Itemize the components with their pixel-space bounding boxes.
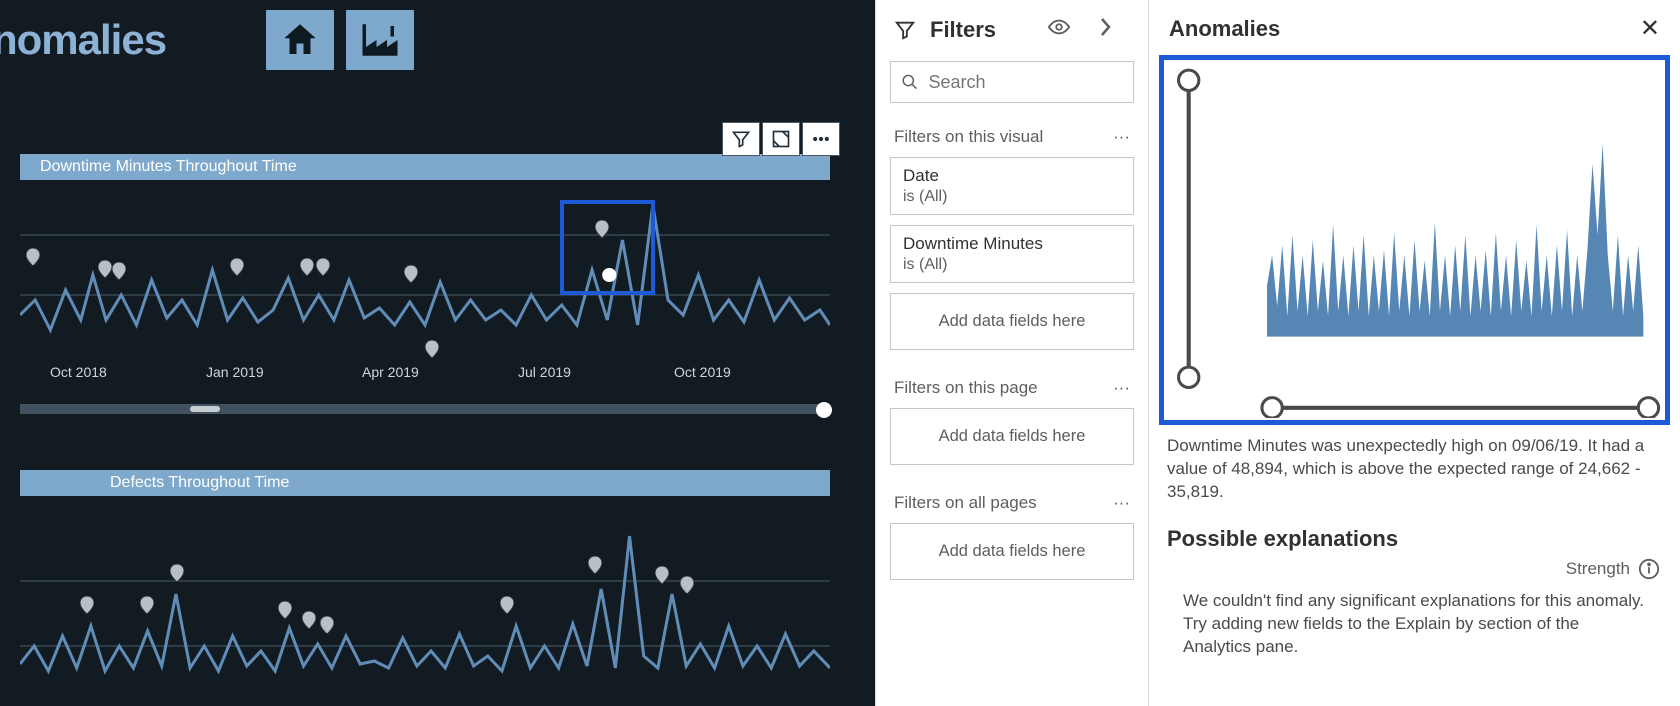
- anomaly-marker[interactable]: [655, 566, 669, 584]
- scroll-end-handle[interactable]: [816, 402, 832, 418]
- anomaly-marker[interactable]: [80, 596, 94, 614]
- anomaly-description: Downtime Minutes was unexpectedly high o…: [1149, 425, 1680, 522]
- anomaly-marker[interactable]: [278, 601, 292, 619]
- anomaly-marker[interactable]: [404, 265, 418, 283]
- collapse-pane-icon[interactable]: [1094, 16, 1130, 43]
- visual-downtime[interactable]: Downtime Minutes Throughout Time Oct 20: [20, 154, 830, 390]
- focus-mode-icon[interactable]: [762, 122, 800, 156]
- anomaly-thumbnail[interactable]: [1159, 55, 1670, 425]
- more-options-icon[interactable]: [802, 122, 840, 156]
- add-fields-visual[interactable]: Add data fields here: [890, 293, 1134, 350]
- anomalies-pane: Anomalies ✕ Downtime Minutes was unexpec…: [1148, 0, 1680, 706]
- possible-explanations-heading: Possible explanations: [1149, 522, 1680, 558]
- anomaly-marker[interactable]: [588, 556, 602, 574]
- visual-title: Downtime Minutes Throughout Time: [20, 154, 830, 180]
- visual-title: Defects Throughout Time: [20, 470, 830, 496]
- filters-pane: Filters Filters on this visual ··· Date …: [875, 0, 1148, 706]
- page-title: nomalies: [0, 16, 166, 64]
- anomalies-header: Anomalies ✕: [1149, 0, 1680, 55]
- filter-icon: [894, 19, 916, 41]
- search-input[interactable]: [929, 72, 1123, 93]
- anomaly-marker[interactable]: [316, 258, 330, 276]
- filter-name: Date: [903, 166, 1121, 186]
- canvas-header: nomalies: [0, 0, 875, 80]
- close-icon[interactable]: ✕: [1640, 14, 1660, 43]
- visual-defects[interactable]: Defects Throughout Time: [20, 470, 830, 696]
- thumbnail-chart: [1166, 62, 1663, 418]
- section-all: Filters on all pages ···: [876, 487, 1148, 523]
- info-icon[interactable]: [1638, 558, 1660, 580]
- strength-label: Strength: [1566, 559, 1630, 579]
- filters-search[interactable]: [890, 61, 1134, 103]
- visual-scroll-track[interactable]: [20, 404, 830, 414]
- anomalies-title: Anomalies: [1169, 16, 1640, 42]
- filter-value: is (All): [903, 188, 1121, 206]
- filter-value: is (All): [903, 256, 1121, 274]
- x-tick: Oct 2018: [50, 364, 206, 380]
- anomaly-marker[interactable]: [500, 596, 514, 614]
- home-button[interactable]: [266, 10, 334, 70]
- filters-pane-header: Filters: [876, 10, 1148, 61]
- search-icon: [901, 72, 919, 92]
- anomaly-marker[interactable]: [98, 260, 112, 278]
- strength-row: Strength: [1149, 558, 1680, 586]
- anomaly-marker[interactable]: [320, 616, 334, 634]
- section-label-text: Filters on this visual: [894, 127, 1113, 147]
- section-more-icon[interactable]: ···: [1113, 493, 1130, 513]
- visual-plot-defects[interactable]: [20, 496, 830, 696]
- anomaly-marker[interactable]: [680, 576, 694, 594]
- section-more-icon[interactable]: ···: [1113, 378, 1130, 398]
- line-chart: [20, 180, 830, 360]
- section-more-icon[interactable]: ···: [1113, 127, 1130, 147]
- x-tick: Oct 2019: [674, 364, 830, 380]
- explanation-empty-text: We couldn't find any significant explana…: [1149, 586, 1680, 659]
- visual-toolbar: [722, 122, 840, 156]
- anomaly-marker[interactable]: [425, 340, 439, 358]
- anomaly-selection-box: [560, 200, 655, 295]
- visual-filter-icon[interactable]: [722, 122, 760, 156]
- x-axis: Oct 2018 Jan 2019 Apr 2019 Jul 2019 Oct …: [50, 364, 830, 380]
- filter-card-downtime[interactable]: Downtime Minutes is (All): [890, 225, 1134, 283]
- preview-icon[interactable]: [1048, 16, 1084, 43]
- anomaly-marker[interactable]: [230, 258, 244, 276]
- section-visual: Filters on this visual ···: [876, 121, 1148, 157]
- visual-plot-downtime[interactable]: Oct 2018 Jan 2019 Apr 2019 Jul 2019 Oct …: [20, 180, 830, 390]
- section-label-text: Filters on all pages: [894, 493, 1113, 513]
- anomaly-marker[interactable]: [300, 258, 314, 276]
- filter-card-date[interactable]: Date is (All): [890, 157, 1134, 215]
- x-tick: Apr 2019: [362, 364, 518, 380]
- filters-title: Filters: [930, 17, 1038, 43]
- add-fields-page[interactable]: Add data fields here: [890, 408, 1134, 465]
- x-tick: Jan 2019: [206, 364, 362, 380]
- report-canvas: nomalies Downtime Minutes Throughout Tim…: [0, 0, 875, 706]
- anomaly-marker[interactable]: [26, 248, 40, 266]
- section-page: Filters on this page ···: [876, 372, 1148, 408]
- add-fields-all[interactable]: Add data fields here: [890, 523, 1134, 580]
- anomaly-marker[interactable]: [170, 564, 184, 582]
- anomaly-marker[interactable]: [302, 611, 316, 629]
- x-tick: Jul 2019: [518, 364, 674, 380]
- anomaly-marker[interactable]: [140, 596, 154, 614]
- section-label-text: Filters on this page: [894, 378, 1113, 398]
- filter-name: Downtime Minutes: [903, 234, 1121, 254]
- visual-scroll-thumb[interactable]: [190, 406, 220, 412]
- anomaly-marker[interactable]: [112, 262, 126, 280]
- factory-button[interactable]: [346, 10, 414, 70]
